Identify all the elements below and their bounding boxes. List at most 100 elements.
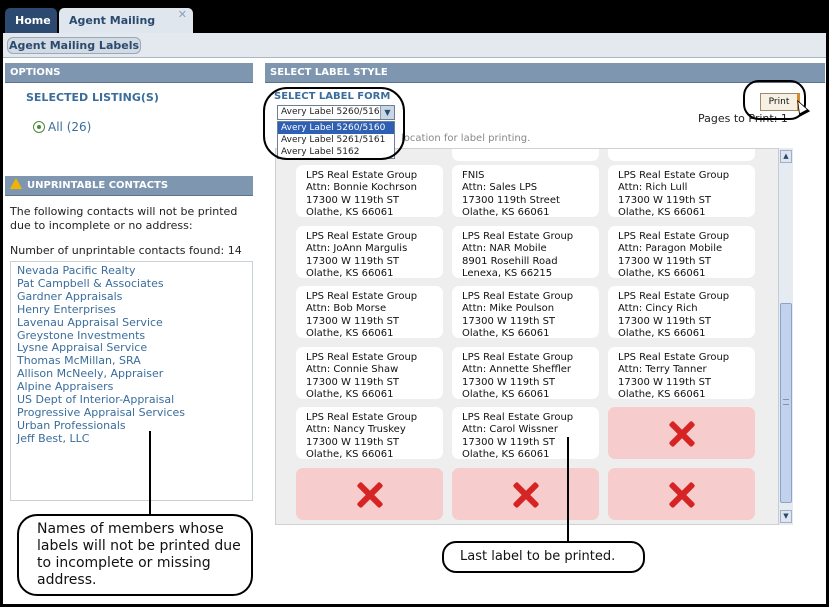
label-line: 17300 W 119th ST [306,436,400,448]
label-line: LPS Real Estate Group [462,412,574,423]
label-line: Attn: Mike Poulson [462,303,555,315]
label-card[interactable]: FNIS Attn: Sales LPS 17300 119th Street Ola… [452,165,599,219]
label-line: 17300 W 119th ST [618,315,712,327]
unprintable-label-slot [608,407,755,459]
label-line: LPS Real Estate Group [462,352,574,363]
label-line: 17300 W 119th ST [618,376,712,388]
label-line: Olathe, KS 66061 [462,389,550,401]
selected-listings-heading: SELECTED LISTING(S) [26,91,159,104]
label-line: Attn: Bonnie Kochrson [306,182,417,194]
label-line: LPS Real Estate Group [462,231,574,242]
label-line: Olathe, KS 66061 [618,207,706,219]
label-line: Attn: Cincy Rich [618,303,698,315]
label-line: Olathe, KS 66061 [618,328,706,340]
unprintable-description: The following contacts will not be print… [10,205,238,232]
red-x-icon [357,482,383,508]
tab-home[interactable]: Home [5,8,57,33]
contact-list-item[interactable]: Urban Professionals [17,419,252,433]
all-listings-label: All (26) [48,120,92,134]
unprintable-label-slot [296,468,443,520]
label-line: 17300 W 119th ST [618,255,712,267]
label-start-hint: location for label printing. [401,133,531,144]
label-card[interactable]: LPS Real Estate Group Attn: Bob Morse 1730… [296,286,443,340]
label-card[interactable]: LPS Real Estate Group Attn: Connie Shaw 17… [296,347,443,400]
label-line: Olathe, KS 66061 [462,328,550,340]
label-line: Olathe, KS 66061 [306,449,394,461]
label-line: LPS Real Estate Group [618,291,730,302]
label-line: Olathe, KS 66061 [306,268,394,280]
label-card[interactable]: LPS Real Estate Group Attn: Bonnie Kochrs… [296,165,443,219]
label-line: FNIS [462,170,485,181]
label-card[interactable]: LPS Real Estate Group Attn: Carol Wissner… [452,407,599,461]
label-card[interactable]: LPS Real Estate Group Attn: JoAnn Marguli… [296,226,443,280]
unprintable-label-slot [608,468,755,520]
annotation-ring-form [263,87,405,160]
agent-mailing-labels-button[interactable]: Agent Mailing Labels [7,37,141,54]
label-line: Olathe, KS 66061 [462,207,550,219]
label-line: 8901 Rosehill Road [462,255,558,267]
scroll-down-icon[interactable]: ▼ [780,510,792,523]
contact-list-item[interactable]: Gardner Appraisals [17,290,252,304]
label-card[interactable]: LPS Real Estate Group Attn: Cincy Rich 173… [608,286,755,340]
callout-pointer-right [567,437,569,542]
label-line: Attn: JoAnn Margulis [306,243,408,255]
label-card[interactable]: LPS Real Estate Group Attn: Terry Tanner 1… [608,347,755,401]
label-sheet-scrollbar[interactable]: ▲ ▼ [778,148,793,525]
label-card[interactable]: LPS Real Estate Group Attn: Paragon Mobil… [608,226,755,279]
unprintable-label-slot [452,468,599,520]
label-line: Olathe, KS 66061 [306,207,394,219]
label-sheet: LPS Real Estate Group Attn: Bonnie Kochrs… [275,148,793,525]
label-line: 17300 W 119th ST [306,194,400,206]
label-line: Attn: Carol Wissner [462,424,558,436]
label-line: 17300 W 119th ST [618,194,712,206]
label-line: Olathe, KS 66061 [618,389,706,401]
label-card[interactable]: LPS Real Estate Group Attn: Rich Lull 1730… [608,165,755,219]
label-line: LPS Real Estate Group [462,291,574,302]
all-listings-radio[interactable]: All (26) [33,120,91,134]
label-line: Lenexa, KS 66215 [462,268,553,280]
label-card[interactable]: LPS Real Estate Group Attn: NAR Mobile 890… [452,226,599,280]
label-card[interactable]: LPS Real Estate Group Attn: Nancy Truskey… [296,407,443,461]
scroll-up-icon[interactable]: ▲ [780,150,792,163]
unprintable-contacts-header: UNPRINTABLE CONTACTS [5,176,253,196]
contact-list-item[interactable]: Henry Enterprises [17,303,252,317]
label-line: Attn: NAR Mobile [462,243,547,255]
tab-agent-mailing-labels[interactable]: Agent Mailing Labels ✕ [59,8,193,52]
callout-pointer-left [149,431,151,515]
options-header: OPTIONS [5,63,253,83]
label-line: Attn: Paragon Mobile [618,243,723,255]
contact-list-item[interactable]: Nevada Pacific Realty [17,264,252,278]
label-line: 17300 W 119th ST [306,315,400,327]
close-icon[interactable]: ✕ [178,3,187,27]
tab-bar: Home Agent Mailing Labels ✕ [3,3,826,52]
scrollbar-thumb[interactable] [780,303,792,503]
label-line: 17300 W 119th ST [462,315,556,327]
contact-list-item[interactable]: Jeff Best, LLC [17,432,252,446]
unprintable-count: Number of unprintable contacts found: 14 [10,244,242,257]
app-frame: Home Agent Mailing Labels ✕ Agent Mailin… [3,3,826,604]
grip-icon [783,399,789,405]
label-card-partial [452,149,599,161]
callout-last-label: Last label to be printed. [442,541,645,573]
sub-toolbar: Agent Mailing Labels [3,33,826,58]
label-line: Attn: Annette Sheffler [462,364,572,376]
label-line: LPS Real Estate Group [306,170,418,181]
radio-selected-icon[interactable] [33,121,45,133]
contact-list-item[interactable]: Progressive Appraisal Services [17,406,252,420]
label-line: Attn: Bob Morse [306,303,387,315]
red-x-icon [669,482,695,508]
label-line: LPS Real Estate Group [306,352,418,363]
label-card[interactable]: LPS Real Estate Group Attn: Mike Poulson 1… [452,286,599,340]
red-x-icon [669,421,695,447]
unprintable-header-text: UNPRINTABLE CONTACTS [27,180,169,191]
contact-list: Nevada Pacific Realty Pat Campbell & Asso… [11,262,252,446]
label-line: LPS Real Estate Group [618,352,730,363]
label-line: Olathe, KS 66061 [462,449,550,461]
label-line: LPS Real Estate Group [618,170,730,181]
label-line: 17300 119th Street [462,194,560,206]
contact-list-item[interactable]: Lavenau Appraisal Service [17,316,252,330]
label-line: Olathe, KS 66061 [306,328,394,340]
label-line: LPS Real Estate Group [306,412,418,423]
contact-list-item[interactable]: Pat Campbell & Associates [17,277,252,291]
label-card[interactable]: LPS Real Estate Group Attn: Annette Sheff… [452,347,599,401]
